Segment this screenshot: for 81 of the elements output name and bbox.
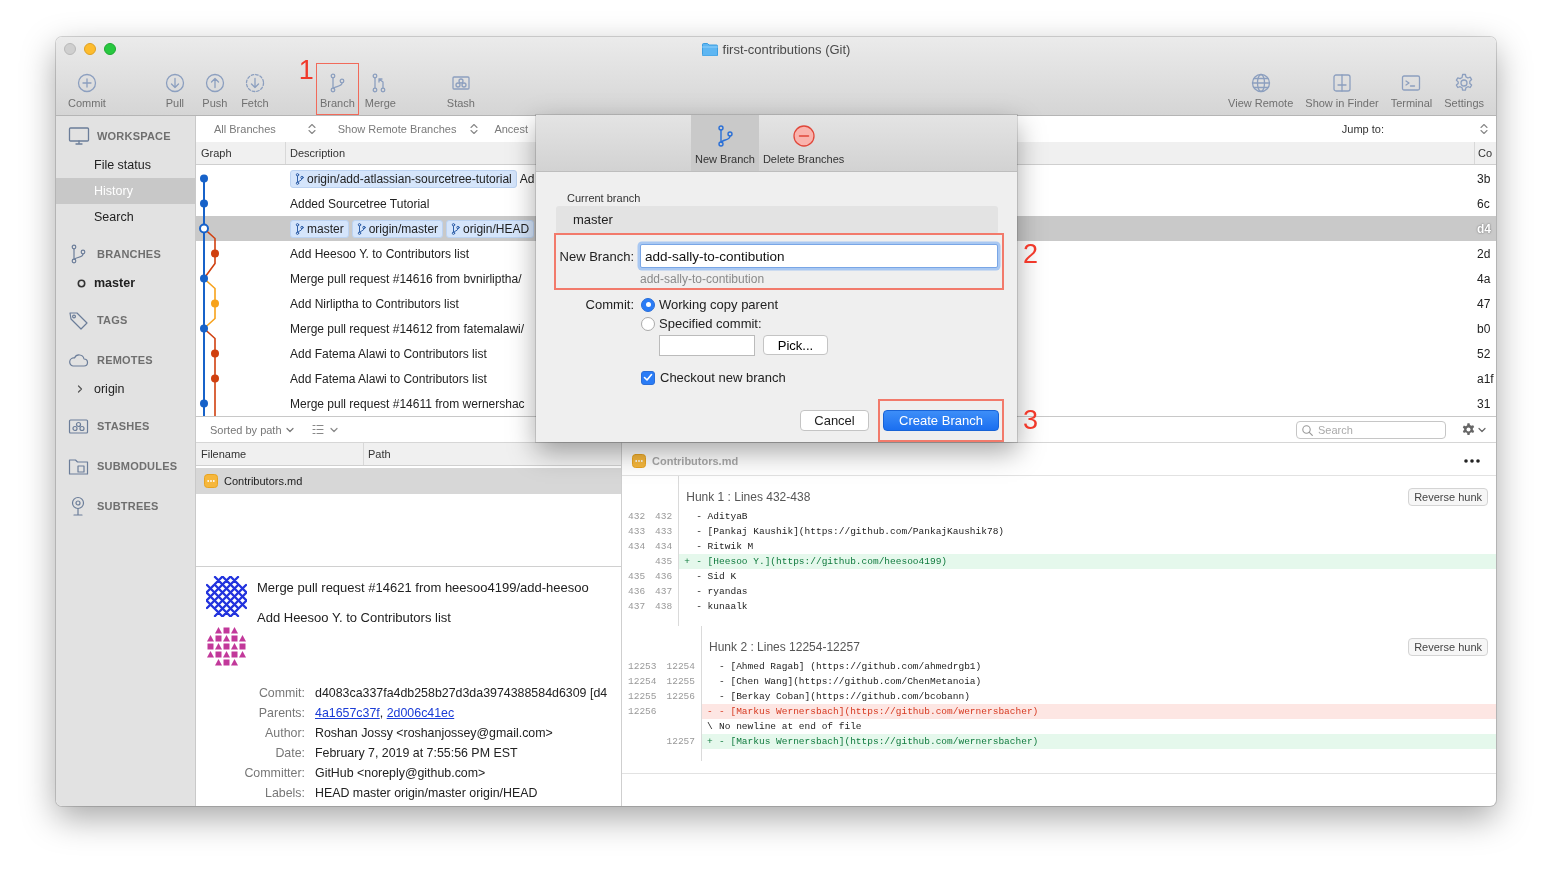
branch-name-preview: add-sally-to-contibution: [640, 271, 766, 287]
code-line: - [Heesoo Y.](https://github.com/heesoo4199): [696, 555, 948, 569]
line-number: 432: [650, 509, 680, 524]
line-number: 12256: [627, 705, 658, 719]
code-line: - kunaalk: [696, 600, 748, 614]
section-heading: BRANCHES: [97, 248, 161, 260]
line-number: 12253: [627, 660, 658, 674]
code-line: - Ritwik M: [696, 540, 754, 554]
tag-text: origin/add-atlassian-sourcetree-tutorial: [307, 171, 512, 186]
field-label: Date:: [274, 745, 305, 762]
field-label: Commit:: [257, 685, 305, 702]
line-number: 433: [650, 524, 680, 539]
annotation-number: 3: [1023, 407, 1039, 434]
line-number: 12254: [627, 675, 658, 689]
annotation-number: 2: [1023, 241, 1039, 268]
field-value: d4083ca337fa4db258b27d3da3974388584d6309 [d4: [315, 685, 609, 702]
diff-sign: +: [684, 555, 691, 569]
field-label: Labels:: [264, 785, 305, 802]
file-name: Contributors.md: [652, 455, 740, 467]
section-heading: SUBTREES: [97, 500, 159, 512]
line-number: 435: [627, 570, 647, 584]
commit-summary: Merge pull request #14621 from heesoo4199/add-heesoo: [257, 579, 589, 597]
code-line: - [Chen Wang](https://github.com/ChenMetanoia): [719, 675, 982, 689]
field-value: GitHub <noreply@github.com>: [315, 765, 487, 782]
hunk-title: Hunk 1 : Lines 432-438: [686, 489, 811, 504]
field-label: New Branch:: [558, 248, 634, 264]
annotation-number: 1: [298, 57, 314, 84]
code-line: - AdityaB: [696, 510, 748, 524]
tag-text: master: [307, 221, 344, 236]
field-label: Commit:: [584, 297, 634, 312]
commit-message: Add Heesoo Y. to Contributors list: [257, 609, 452, 627]
code-line: - [Markus Wernersbach](https://github.com/wernersbacher): [719, 705, 1039, 719]
commit-hash: 31: [1476, 396, 1492, 411]
code-line: - [Markus Wernersbach](https://github.com/wernersbacher): [719, 735, 1039, 749]
field-value: Roshan Jossy <roshanjossey@gmail.com>: [315, 725, 554, 742]
line-number: 433: [627, 525, 647, 539]
commit-description: Merge pull request #14611 from wernershac: [290, 396, 525, 411]
diff-sign: \: [707, 720, 714, 734]
jump-to-label: Jump to:: [1341, 123, 1384, 135]
commit-description: Add Fatema Alawi to Contributors list: [290, 346, 487, 361]
commit-hash: 52: [1476, 346, 1492, 361]
section-heading: REMOTES: [97, 354, 153, 366]
hunk-title: Hunk 2 : Lines 12254-12257: [709, 639, 860, 654]
separator-text: ,: [379, 706, 385, 720]
code-line: - ryandas: [696, 585, 748, 599]
field-value: HEAD master origin/master origin/HEAD: [315, 785, 539, 802]
code-line: - [Berkay Coban](https://github.com/bcobann): [719, 690, 970, 704]
line-number: 437: [650, 584, 680, 599]
line-number: 12256: [661, 689, 703, 704]
code-line: - [Pankaj Kaushik](https://github.com/PankajKaushik78): [696, 525, 1005, 539]
field-label: Parents:: [257, 705, 305, 722]
line-number: 12254: [661, 659, 703, 674]
code-line: - Sid K: [696, 570, 737, 584]
code-line: - [Ahmed Ragab] (https://github.com/ahmedrgb1): [719, 660, 982, 674]
line-number: 434: [650, 539, 680, 554]
line-number: 436: [650, 569, 680, 584]
tag-text: origin/master: [368, 221, 439, 236]
field-label: Committer:: [243, 765, 305, 782]
commit-hash: 3b: [1476, 171, 1492, 186]
line-number: 438: [650, 599, 680, 614]
section-heading: TAGS: [97, 314, 128, 326]
section-heading: STASHES: [97, 420, 150, 432]
field-label: Current branch: [567, 191, 642, 205]
commit-description: Ad: [519, 171, 535, 186]
line-number: 432: [627, 510, 647, 524]
line-number: 434: [627, 540, 647, 554]
diff-sign: +: [707, 735, 714, 749]
line-number: 436: [627, 585, 647, 599]
current-branch-field: master: [556, 206, 998, 234]
line-number: 12255: [627, 690, 658, 704]
field-value: February 7, 2019 at 7:55:56 PM EST: [315, 745, 519, 762]
section-heading: WORKSPACE: [97, 130, 171, 142]
line-number: 437: [627, 600, 647, 614]
window-title: first-contributions (Git): [722, 41, 851, 57]
code-line: No newline at end of file: [719, 720, 862, 734]
file-name: Contributors.md: [224, 475, 303, 487]
diff-sign: -: [707, 705, 714, 719]
field-label: Author:: [264, 725, 305, 742]
line-number: 12255: [661, 674, 703, 689]
section-heading: SUBMODULES: [97, 460, 178, 472]
tag-text: origin/HEAD: [463, 221, 530, 236]
